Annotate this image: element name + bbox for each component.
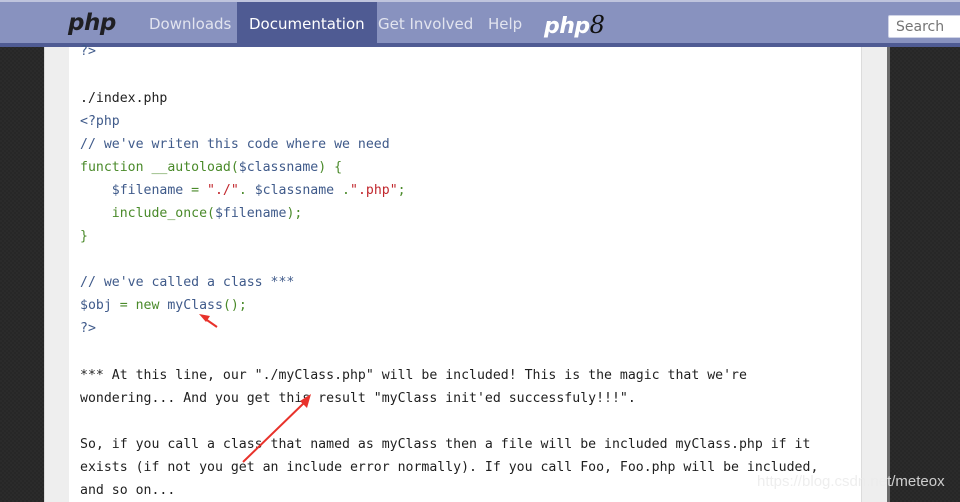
arrow-shaft bbox=[242, 400, 307, 463]
arrow-to-myclass-php bbox=[242, 394, 311, 463]
watermark: https://blog.csdn.net/meteox bbox=[757, 473, 945, 490]
annotation-arrows bbox=[199, 314, 311, 463]
arrow-to-myclass bbox=[199, 314, 218, 328]
